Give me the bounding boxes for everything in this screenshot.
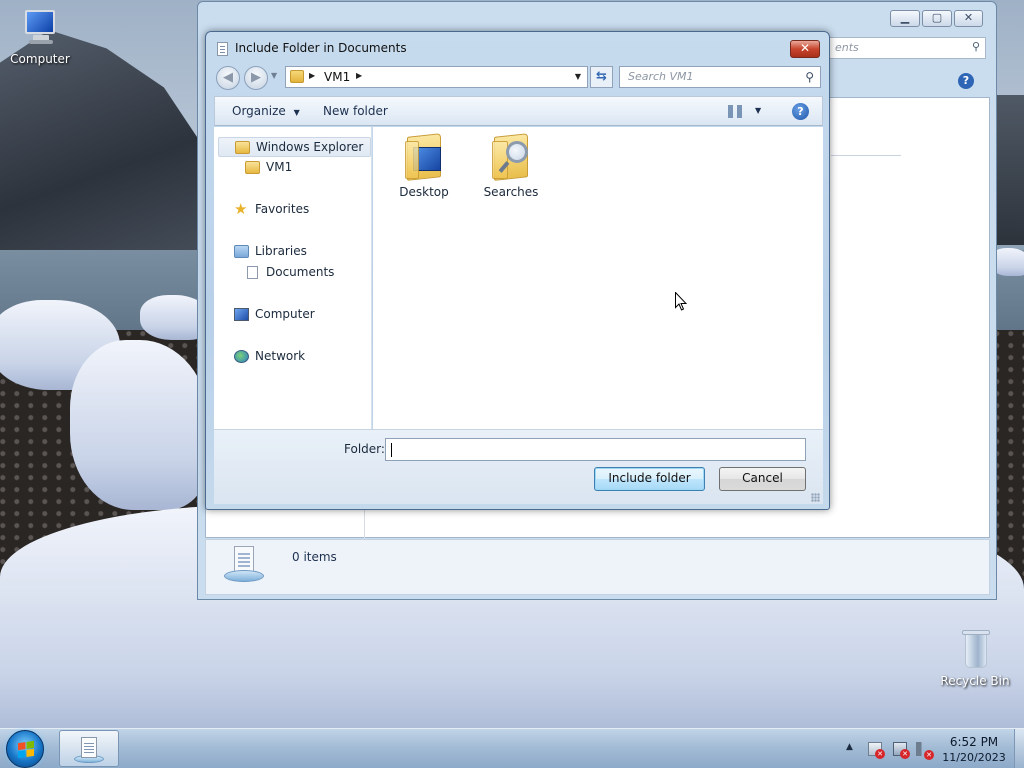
folder-field-label: Folder: [344,442,385,456]
computer-icon [19,8,61,48]
include-folder-button[interactable]: Include folder [594,467,705,491]
dialog-title: Include Folder in Documents [235,41,407,55]
back-button[interactable]: ◀ [216,66,240,90]
tree-item-computer[interactable]: Computer [218,305,371,325]
tree-item-network[interactable]: Network [218,347,371,367]
divider [831,155,901,156]
chevron-down-icon[interactable]: ▼ [575,72,581,81]
volume-icon[interactable] [916,742,934,760]
resize-grip-icon[interactable] [811,493,820,502]
user-folder-icon [290,70,304,83]
text-caret [391,443,392,457]
desktop-folder-icon [405,133,443,181]
items-count: 0 items [292,550,337,564]
action-center-icon[interactable] [868,742,885,759]
file-item-searches[interactable]: Searches [476,133,546,199]
clock-date: 11/20/2023 [942,751,1006,764]
close-button[interactable]: ✕ [954,10,983,27]
details-pane: 0 items [205,539,990,595]
tree-item-libraries[interactable]: Libraries [218,242,371,262]
desktop-icon-recycle-bin[interactable]: Recycle Bin [935,630,1015,688]
system-clock[interactable]: 6:52 PM 11/20/2023 [938,734,1010,766]
libraries-icon [234,245,249,258]
search-placeholder: Search VM1 [628,70,694,83]
organize-button[interactable]: Organize ▼ [232,104,300,118]
command-bar: Organize ▼ New folder ▼ ? [214,96,823,126]
change-view-icon[interactable] [728,105,742,118]
wallpaper-ice [70,340,210,510]
dialog-titlebar[interactable]: Include Folder in Documents ✕ [206,32,829,64]
show-desktop-button[interactable] [1014,729,1024,768]
help-icon[interactable]: ? [792,103,809,120]
tree-item-windows-explorer[interactable]: Windows Explorer [218,137,371,157]
file-item-label: Searches [483,185,539,199]
documents-icon [247,266,258,279]
dialog-footer: Folder: Include folder Cancel [214,429,823,504]
folder-name-input[interactable] [385,438,806,461]
start-button[interactable] [6,730,44,768]
windows-logo-icon [18,740,34,759]
recycle-bin-icon [954,630,996,670]
refresh-button[interactable]: ⇆ [590,66,613,88]
maximize-button[interactable]: ▢ [922,10,952,27]
navigation-bar: ◀ ▶ ▼ ▶ VM1 ▶ ▼ ⇆ Search VM1 ⚲ [214,65,823,91]
tree-item-vm1[interactable]: VM1 [218,158,371,178]
tree-item-documents[interactable]: Documents [218,263,371,283]
breadcrumb-arrow-icon[interactable]: ▶ [356,71,362,80]
computer-icon [234,308,249,321]
window-caption-buttons: ▁ ▢ ✕ [890,10,983,27]
document-icon [217,42,228,56]
new-folder-button[interactable]: New folder [323,104,388,118]
network-icon[interactable] [893,742,910,759]
background-search-visible-text: ents [835,41,859,54]
address-bar[interactable]: ▶ VM1 ▶ ▼ [285,66,588,88]
taskbar-button-documents[interactable] [59,730,119,767]
recent-pages-dropdown[interactable]: ▼ [271,71,277,80]
searches-folder-icon [492,133,530,181]
chevron-down-icon: ▼ [293,108,300,117]
tree-item-label: Windows Explorer [256,140,364,154]
user-folder-icon [245,161,260,174]
minimize-button[interactable]: ▁ [890,10,920,27]
documents-library-icon [224,546,264,590]
file-item-desktop[interactable]: Desktop [389,133,459,199]
tree-item-label: Libraries [255,244,307,258]
taskbar: ▲ 6:52 PM 11/20/2023 [0,728,1024,768]
tree-item-label: VM1 [266,160,293,174]
organize-label: Organize [232,104,286,118]
chevron-down-icon[interactable]: ▼ [755,106,761,115]
show-hidden-icons-button[interactable]: ▲ [846,742,853,752]
navigation-pane: Windows Explorer VM1 ★ Favorites Librari… [214,127,372,429]
document-icon [81,737,97,758]
forward-button[interactable]: ▶ [244,66,268,90]
breadcrumb-item[interactable]: VM1 [324,70,350,84]
tree-item-label: Computer [255,307,315,321]
background-search-input[interactable]: ents ⚲ [828,37,986,59]
folder-icon [235,141,250,154]
tree-item-favorites[interactable]: ★ Favorites [218,200,371,220]
breadcrumb-arrow-icon[interactable]: ▶ [309,71,315,80]
tree-item-label: Documents [266,265,335,279]
cancel-button[interactable]: Cancel [719,467,806,491]
search-icon[interactable]: ⚲ [805,70,814,84]
file-item-label: Desktop [399,185,449,199]
desktop-icon-label: Computer [10,52,70,66]
clock-time: 6:52 PM [949,735,999,749]
desktop-icon-computer[interactable]: Computer [0,8,80,66]
close-button[interactable]: ✕ [790,40,820,58]
network-icon [234,350,249,363]
tree-item-label: Network [255,349,306,363]
tree-item-label: Favorites [255,202,310,216]
search-input[interactable]: Search VM1 ⚲ [619,66,821,88]
mouse-pointer-icon [675,292,687,311]
desktop-icon-label: Recycle Bin [940,674,1010,688]
search-icon[interactable]: ⚲ [972,40,980,53]
help-icon[interactable]: ? [958,73,974,89]
file-list: Desktop Searches [373,127,823,429]
divider [364,510,365,540]
star-icon: ★ [234,200,248,218]
include-folder-dialog: Include Folder in Documents ✕ ◀ ▶ ▼ ▶ VM… [205,31,830,510]
